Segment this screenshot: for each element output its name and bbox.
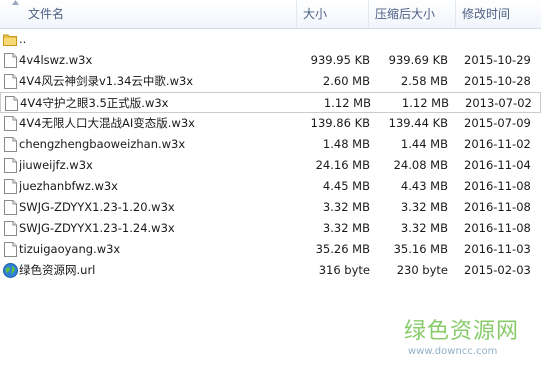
file-name: 绿色资源网.url [19, 263, 96, 277]
file-modified-date: 2015-02-03 [464, 263, 531, 277]
file-row[interactable]: SWJG-ZDYYX1.23-1.24.w3x 3.32 MB 3.32 MB 201… [0, 218, 541, 239]
document-icon [4, 200, 17, 215]
file-modified-date: 2016-11-04 [464, 158, 531, 172]
column-header-modified[interactable]: 修改时间 [456, 0, 541, 28]
file-size: 4.45 MB [322, 179, 370, 193]
document-icon [4, 116, 17, 131]
file-modified-date: 2015-10-28 [464, 74, 531, 88]
file-name: 4V4风云神剑录v1.34云中歌.w3x [19, 74, 194, 88]
file-size: 1.48 MB [322, 137, 370, 151]
file-compressed-size: 139.44 KB [388, 116, 448, 130]
file-size: 35.26 MB [315, 242, 370, 256]
document-icon [4, 137, 17, 152]
document-icon [4, 221, 17, 236]
watermark-text: 绿色资源网 [404, 319, 520, 344]
file-row[interactable]: juezhanbfwz.w3x 4.45 MB 4.43 MB 2016-11-08 [0, 176, 541, 197]
file-compressed-size: 1.44 MB [400, 137, 448, 151]
document-icon [4, 158, 17, 173]
file-name: 4V4守护之眼3.5正式版.w3x [20, 96, 169, 110]
file-compressed-size: 2.58 MB [400, 74, 448, 88]
file-size: 24.16 MB [315, 158, 370, 172]
file-size: 1.12 MB [323, 96, 371, 110]
file-size: 316 byte [318, 263, 370, 277]
document-icon [4, 179, 17, 194]
file-compressed-size: 939.69 KB [388, 53, 448, 67]
document-icon [4, 242, 17, 257]
file-row[interactable]: 4V4无限人口大混战AI变态版.w3x 139.86 KB 139.44 KB 201… [0, 113, 541, 134]
file-modified-date: 2016-11-03 [464, 242, 531, 256]
file-compressed-size: 1.12 MB [401, 96, 449, 110]
file-size: 939.95 KB [310, 53, 370, 67]
column-header-compressed[interactable]: 压缩后大小 [369, 0, 456, 28]
file-row[interactable]: tizuigaoyang.w3x 35.26 MB 35.16 MB 2016-11-… [0, 239, 541, 260]
file-row[interactable]: 4v4lswz.w3x 939.95 KB 939.69 KB 2015-10-29 [0, 50, 541, 71]
file-name: juezhanbfwz.w3x [19, 179, 118, 193]
column-header-bar: 文件名 大小 压缩后大小 修改时间 [0, 0, 541, 29]
file-name: SWJG-ZDYYX1.23-1.20.w3x [19, 200, 175, 214]
file-row[interactable]: jiuweijfz.w3x 24.16 MB 24.08 MB 2016-11-04 [0, 155, 541, 176]
file-row[interactable]: 4V4风云神剑录v1.34云中歌.w3x 2.60 MB 2.58 MB 2015-1… [0, 71, 541, 92]
column-header-size[interactable]: 大小 [297, 0, 369, 28]
document-icon [4, 53, 17, 68]
file-compressed-size: 4.43 MB [400, 179, 448, 193]
watermark-url: www.downcc.com [408, 346, 498, 357]
file-modified-date: 2015-10-29 [464, 53, 531, 67]
parent-folder-row[interactable]: .. [0, 29, 541, 50]
file-modified-date: 2016-11-08 [464, 200, 531, 214]
parent-folder-label: .. [19, 32, 27, 46]
file-row[interactable]: 绿色资源网.url 316 byte 230 byte 2015-02-03 [0, 260, 541, 281]
sort-up-icon [12, 0, 19, 5]
file-modified-date: 2016-11-08 [464, 179, 531, 193]
file-compressed-size: 3.32 MB [400, 200, 448, 214]
file-modified-date: 2016-11-02 [464, 137, 531, 151]
file-row[interactable]: chengzhengbaoweizhan.w3x 1.48 MB 1.44 MB 20… [0, 134, 541, 155]
file-row[interactable]: 4V4守护之眼3.5正式版.w3x 1.12 MB 1.12 MB 2013-07-0… [0, 92, 541, 113]
file-name: SWJG-ZDYYX1.23-1.24.w3x [19, 221, 175, 235]
column-header-name[interactable]: 文件名 [22, 0, 297, 28]
file-modified-date: 2015-07-09 [464, 116, 531, 130]
file-size: 3.32 MB [322, 221, 370, 235]
file-compressed-size: 3.32 MB [400, 221, 448, 235]
document-icon [5, 96, 18, 111]
file-compressed-size: 230 byte [396, 263, 448, 277]
file-size: 139.86 KB [310, 116, 370, 130]
file-name: chengzhengbaoweizhan.w3x [19, 137, 186, 151]
folder-icon [3, 34, 17, 46]
file-modified-date: 2013-07-02 [465, 96, 532, 110]
file-row[interactable]: SWJG-ZDYYX1.23-1.20.w3x 3.32 MB 3.32 MB 201… [0, 197, 541, 218]
file-size: 3.32 MB [322, 200, 370, 214]
file-name: 4V4无限人口大混战AI变态版.w3x [19, 116, 195, 130]
file-name: jiuweijfz.w3x [19, 158, 93, 172]
file-name: tizuigaoyang.w3x [19, 242, 121, 256]
file-name: 4v4lswz.w3x [19, 53, 93, 67]
file-size: 2.60 MB [322, 74, 370, 88]
document-icon [4, 74, 17, 89]
file-modified-date: 2016-11-08 [464, 221, 531, 235]
file-compressed-size: 35.16 MB [393, 242, 448, 256]
file-compressed-size: 24.08 MB [393, 158, 448, 172]
globe-icon [3, 263, 18, 278]
